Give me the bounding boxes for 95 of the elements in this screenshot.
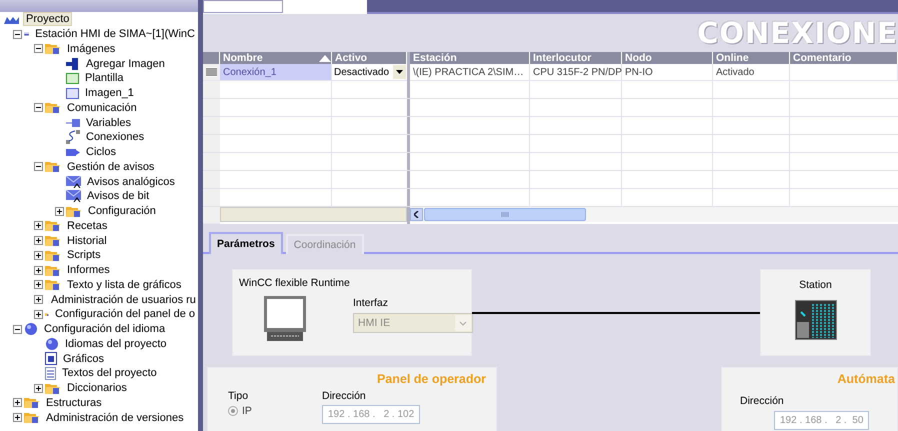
- folder-icon: [45, 382, 61, 395]
- image-icon: [45, 352, 57, 366]
- folder-icon: [45, 264, 61, 277]
- folder-icon: [66, 204, 82, 218]
- expand-icon[interactable]: [34, 250, 43, 260]
- expand-icon[interactable]: [13, 413, 22, 422]
- tree-item[interactable]: Configuración: [85, 204, 159, 218]
- tree-item[interactable]: Administración de versiones: [43, 410, 187, 425]
- connection-icon: [66, 130, 80, 144]
- folder-icon: [45, 160, 61, 174]
- tree-item[interactable]: Plantilla: [82, 71, 127, 86]
- scroll-thumb[interactable]: [424, 208, 586, 221]
- tree-item[interactable]: Conexiones: [83, 130, 148, 144]
- tree-item[interactable]: Imagen_1: [82, 86, 137, 100]
- type-label: Tipo: [228, 390, 250, 402]
- document-icon: [45, 366, 56, 380]
- tree-item[interactable]: Scripts: [64, 248, 104, 262]
- folder-icon: [24, 411, 40, 424]
- interface-label: Interfaz: [353, 297, 388, 309]
- tree-item[interactable]: Gestión de avisos: [64, 160, 158, 174]
- table-cell: PN-IO: [622, 64, 713, 81]
- tree-item[interactable]: Avisos analógicos: [84, 174, 178, 189]
- scrollbar[interactable]: [410, 207, 898, 222]
- tree-item[interactable]: Recetas: [64, 218, 110, 233]
- globe-icon: [45, 336, 59, 351]
- radio-icon[interactable]: [228, 406, 238, 416]
- table-cell: \(IE) PRACTICA 2\SIM…: [410, 64, 530, 81]
- section-title: Panel de operador: [376, 372, 486, 386]
- tree-item[interactable]: Administración de usuarios ru: [48, 292, 198, 307]
- tree-item[interactable]: Texto y lista de gráficos: [64, 278, 184, 292]
- address-label: Dirección: [740, 395, 784, 407]
- table-cell: CPU 315F-2 PN/DP: [530, 64, 622, 81]
- expand-icon[interactable]: [13, 398, 22, 408]
- envelope-icon: [66, 176, 81, 188]
- expand-icon[interactable]: [34, 221, 43, 230]
- tree-item[interactable]: Gráficos: [60, 352, 107, 366]
- plc-rack-icon: [794, 300, 836, 340]
- collapse-icon[interactable]: [13, 324, 22, 334]
- folder-icon: [24, 396, 40, 410]
- tag-list-icon: [66, 118, 80, 128]
- tree-item[interactable]: Agregar Imagen: [83, 56, 168, 71]
- folder-icon: [45, 234, 61, 248]
- folder-icon: [45, 42, 61, 56]
- tree-item[interactable]: Imágenes: [64, 42, 118, 56]
- device-title: WinCC flexible Runtime: [239, 277, 351, 289]
- row-handle: [203, 207, 220, 224]
- collapse-icon[interactable]: [13, 30, 22, 39]
- tree-item[interactable]: Textos del proyecto: [59, 366, 160, 380]
- section-title: Autómata: [836, 372, 895, 386]
- cycle-icon: [66, 148, 80, 157]
- folder-icon: [45, 101, 61, 114]
- tree-item[interactable]: Ciclos: [83, 145, 119, 160]
- editor-title: CONEXIONE: [697, 16, 898, 50]
- monitor-icon: [263, 295, 307, 343]
- expand-icon[interactable]: [34, 236, 43, 246]
- tree-item[interactable]: Idiomas del proyecto: [62, 336, 170, 351]
- table-cell: Activado: [713, 64, 790, 81]
- expand-icon[interactable]: [34, 280, 43, 290]
- tree-item[interactable]: Avisos de bit: [84, 189, 152, 204]
- collapse-icon[interactable]: [34, 103, 43, 112]
- frame-icon: [66, 88, 79, 99]
- tab[interactable]: Parámetros: [209, 232, 283, 254]
- tree-item[interactable]: Proyecto: [23, 12, 72, 26]
- scroll-left-icon[interactable]: [410, 208, 423, 221]
- folder-icon: [45, 278, 61, 292]
- expand-icon[interactable]: [55, 206, 64, 216]
- row-icon: [206, 68, 217, 76]
- arrow-icon: [66, 58, 80, 70]
- tree-item[interactable]: Configuración del panel de o: [52, 307, 198, 322]
- tree-item[interactable]: Configuración del idioma: [41, 322, 168, 336]
- tree-item[interactable]: Informes: [64, 263, 113, 278]
- radio-option[interactable]: IP: [228, 405, 322, 417]
- expand-icon[interactable]: [34, 295, 43, 304]
- tree-item[interactable]: Estación HMI de SIMA~[1](WinC: [32, 27, 198, 42]
- editor-tab[interactable]: [203, 0, 283, 13]
- envelope-icon: [66, 190, 81, 202]
- table-cell[interactable]: Conexión_1: [220, 64, 332, 81]
- folder-icon: [45, 248, 61, 262]
- expand-icon[interactable]: [34, 266, 43, 275]
- row-handle[interactable]: [203, 64, 220, 81]
- tree-item[interactable]: Historial: [64, 234, 110, 248]
- station-title: Station: [799, 279, 832, 291]
- frame-icon: [66, 72, 79, 84]
- expand-icon[interactable]: [34, 310, 43, 319]
- expand-icon[interactable]: [34, 384, 43, 393]
- collapse-icon[interactable]: [34, 162, 43, 172]
- collapse-icon[interactable]: [34, 44, 43, 54]
- tree-item[interactable]: Comunicación: [64, 100, 140, 115]
- folder-icon: [45, 219, 61, 232]
- scrollbar[interactable]: [220, 207, 407, 222]
- tree-item[interactable]: Variables: [83, 116, 134, 130]
- tree-item[interactable]: Estructuras: [43, 396, 105, 410]
- globe-icon: [24, 322, 38, 336]
- tree-item[interactable]: Diccionarios: [64, 381, 130, 396]
- address-label: Dirección: [322, 390, 367, 402]
